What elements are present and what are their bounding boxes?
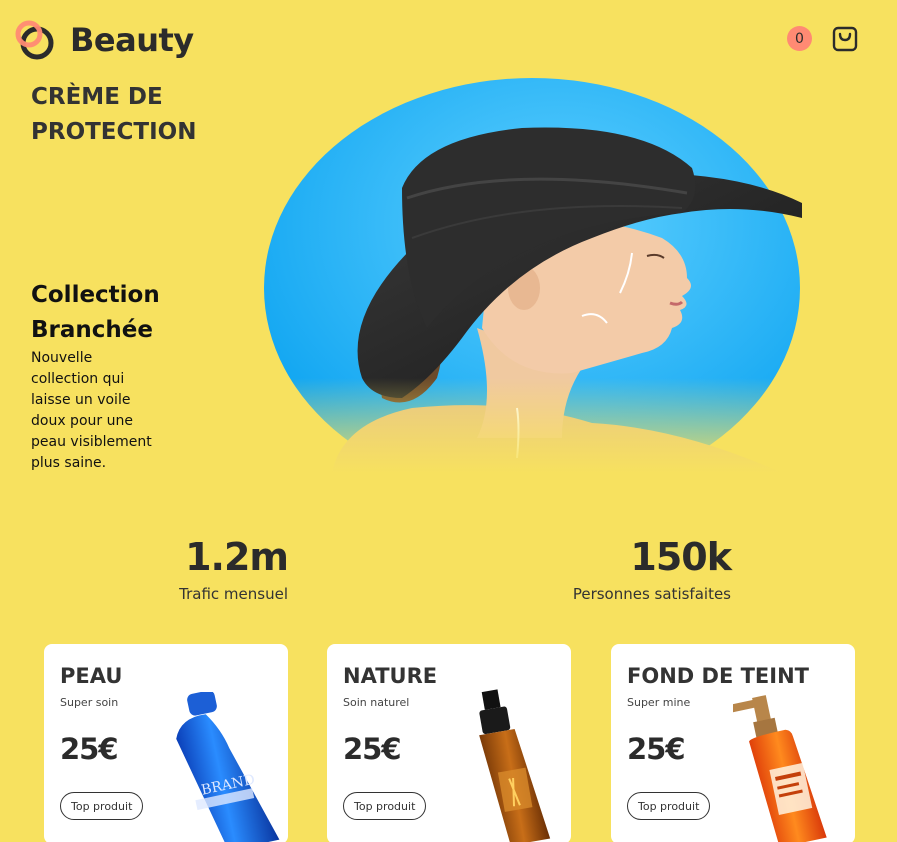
stat-label: Trafic mensuel (179, 585, 288, 603)
collection-title: Collection Branchée (31, 282, 160, 343)
top-product-button[interactable]: Top produit (60, 792, 144, 820)
product-title: NATURE (343, 664, 438, 688)
stat-monthly-traffic: 1.2m Trafic mensuel (160, 535, 289, 603)
orange-pump-bottle-image (733, 695, 827, 842)
product-card-fond-de-teint[interactable]: FOND DE TEINT Super mine 25€ Top produit (611, 644, 855, 842)
product-subtitle: Super soin (60, 696, 119, 709)
product-card-peau[interactable]: PEAU Super soin 25€ Top produit BRAND (44, 644, 288, 842)
stat-value: 1.2m (185, 535, 289, 579)
shopping-bag-icon[interactable] (832, 26, 858, 52)
product-title: PEAU (60, 664, 123, 688)
top-product-button[interactable]: Top produit (343, 792, 427, 820)
top-product-button[interactable]: Top produit (627, 792, 711, 820)
product-card-nature[interactable]: NATURE Soin naturel 25€ Top produit (327, 644, 571, 842)
collection-description: Nouvelle collection qui laisse un voile … (31, 350, 152, 471)
stat-label: Personnes satisfaites (572, 585, 731, 603)
stat-satisfied-customers: 150k Personnes satisfaites (545, 535, 732, 603)
hero-model-image (262, 78, 802, 473)
amber-spray-bottle-image (479, 689, 551, 842)
stat-value: 150k (630, 535, 732, 579)
brand-logo[interactable]: Beauty (14, 18, 194, 62)
logo-rings-icon (15, 20, 54, 60)
brand-name: Beauty (70, 21, 194, 59)
product-price: 25€ (343, 732, 402, 766)
cart-count-badge[interactable]: 0 (787, 26, 812, 51)
product-subtitle: Super mine (627, 696, 691, 709)
product-title: FOND DE TEINT (627, 664, 809, 688)
product-price: 25€ (627, 732, 686, 766)
product-price: 25€ (60, 732, 119, 766)
product-subtitle: Soin naturel (343, 696, 410, 709)
blue-bottle-image: BRAND (176, 692, 280, 842)
hero-title: CRÈME DE PROTECTION (31, 84, 197, 145)
site-header: Beauty 0 (0, 0, 897, 80)
